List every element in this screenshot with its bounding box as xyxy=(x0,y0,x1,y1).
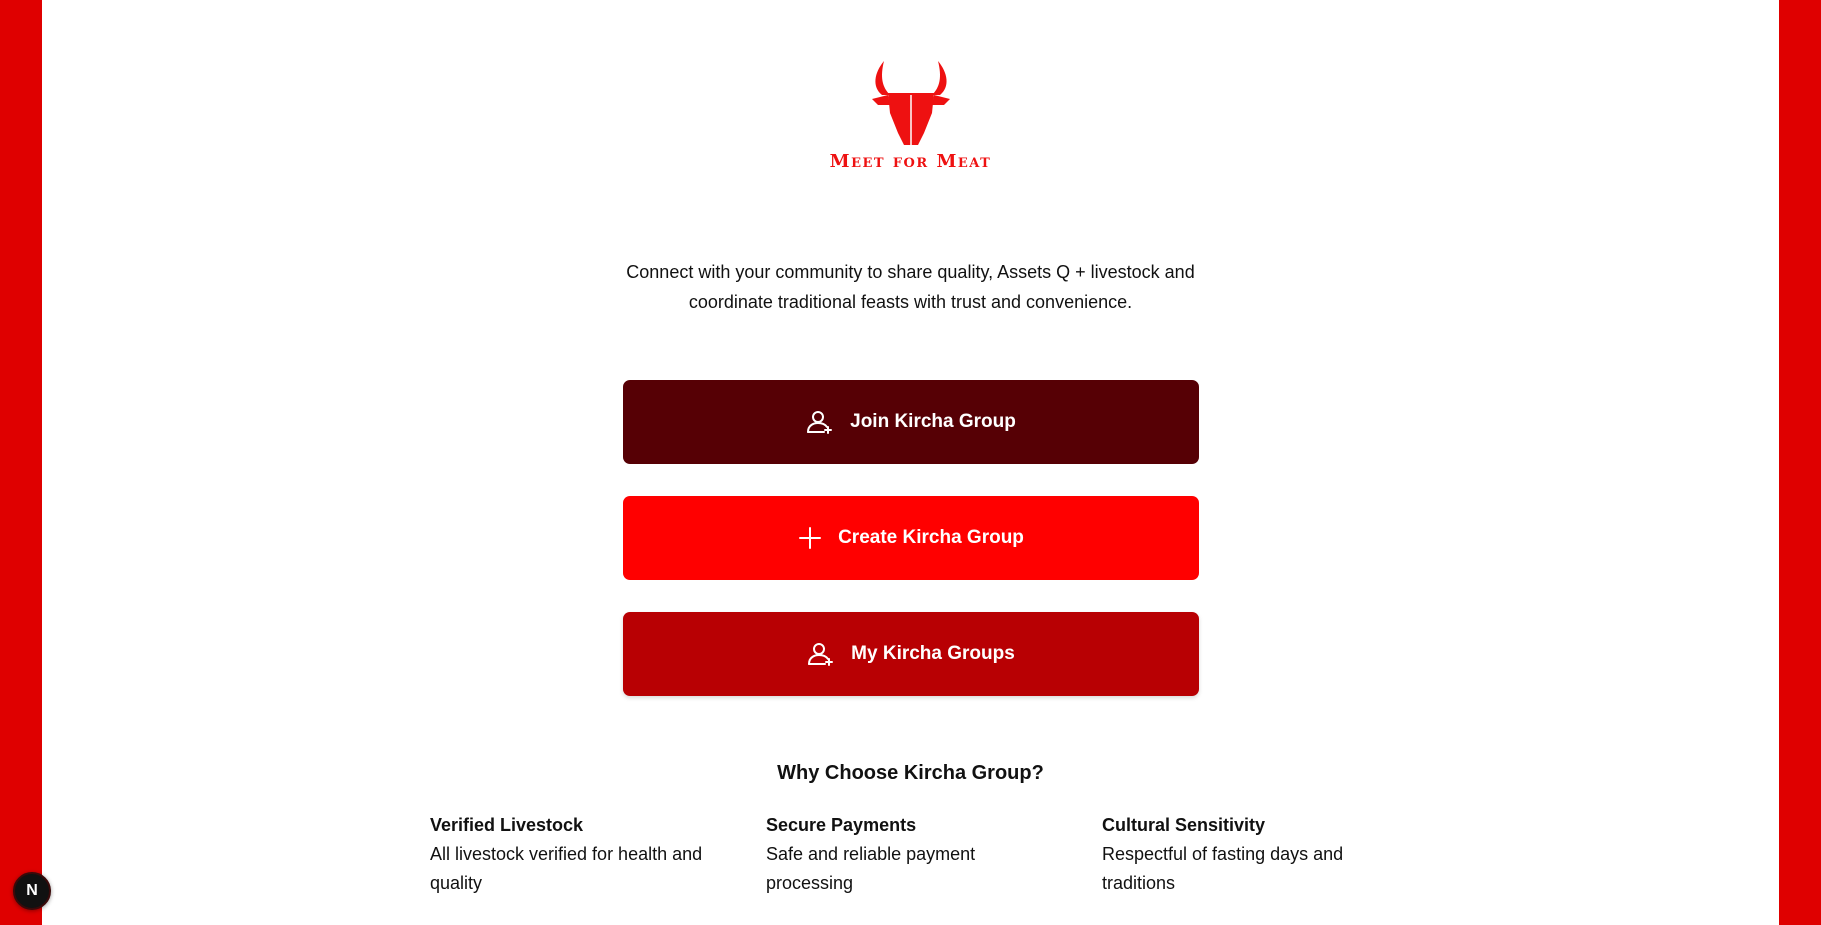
feature-secure-payments: Secure Payments Safe and reliable paymen… xyxy=(766,814,1056,898)
create-group-label: Create Kircha Group xyxy=(838,527,1024,548)
feature-text: Safe and reliable payment processing xyxy=(766,844,976,893)
feature-title: Verified Livestock xyxy=(430,815,584,835)
dev-tools-badge[interactable]: N xyxy=(13,872,51,910)
plus-icon xyxy=(798,526,822,550)
feature-verified-livestock: Verified Livestock All livestock verifie… xyxy=(430,814,720,898)
dev-tools-letter: N xyxy=(26,882,38,899)
feature-text: All livestock verified for health and qu… xyxy=(430,844,703,893)
main-page: Meet for Meat Connect with your communit… xyxy=(42,0,1779,925)
feature-text: Respectful of fasting days and tradition… xyxy=(1102,844,1344,893)
create-group-button[interactable]: Create Kircha Group xyxy=(623,496,1199,580)
feature-title: Cultural Sensitivity xyxy=(1102,815,1266,835)
tagline-line-2: coordinate traditional feasts with trust… xyxy=(688,292,1133,312)
feature-cultural-sensitivity: Cultural Sensitivity Respectful of fasti… xyxy=(1102,814,1392,898)
tagline-line-1: Connect with your community to share qua… xyxy=(626,262,1195,282)
logo: Meet for Meat xyxy=(42,55,1779,172)
join-group-label: Join Kircha Group xyxy=(850,411,1016,432)
user-add-icon xyxy=(806,410,834,434)
tagline: Connect with your community to share qua… xyxy=(42,257,1779,317)
bull-head-icon xyxy=(871,61,950,145)
my-groups-button[interactable]: My Kircha Groups xyxy=(623,612,1199,696)
brand-name: Meet for Meat xyxy=(829,151,992,172)
why-title: Why Choose Kircha Group? xyxy=(777,762,1044,784)
feature-title: Secure Payments xyxy=(766,815,917,835)
join-group-button[interactable]: Join Kircha Group xyxy=(623,380,1199,464)
user-group-icon xyxy=(807,642,835,666)
my-groups-label: My Kircha Groups xyxy=(851,643,1015,664)
